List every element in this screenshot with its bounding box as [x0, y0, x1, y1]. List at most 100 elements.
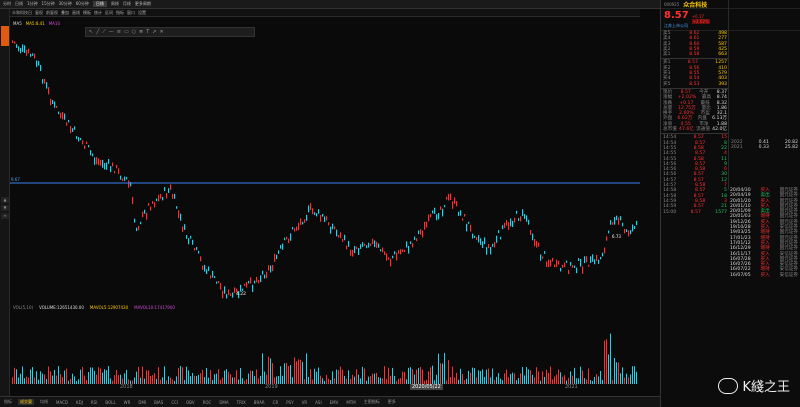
- volume-bar: [614, 357, 615, 384]
- volume-title[interactable]: VOL(5,10): [13, 305, 33, 310]
- candle: [312, 208, 314, 215]
- indicator-tab-0[interactable]: 指标: [2, 399, 14, 405]
- chart-tool-0[interactable]: 众和科技日: [12, 10, 32, 16]
- chart-tool-1[interactable]: 复权: [35, 10, 43, 16]
- candle: [634, 226, 636, 230]
- indicator-tab-6[interactable]: BOLL: [103, 400, 117, 405]
- volume-bar: [318, 367, 319, 384]
- volume-bar: [630, 374, 631, 384]
- period-tab-5[interactable]: 60分钟: [76, 1, 89, 7]
- candle: [630, 230, 632, 235]
- period-tab-4[interactable]: 30分钟: [59, 1, 72, 7]
- candle: [420, 229, 422, 235]
- chart-tool-6[interactable]: 统计: [94, 10, 102, 16]
- indicator-tab-19[interactable]: ASI: [313, 400, 323, 405]
- indicator-tab-7[interactable]: WR: [122, 400, 133, 405]
- chart-tool-3[interactable]: 叠加: [61, 10, 69, 16]
- indicator-tab-23[interactable]: 更多: [386, 399, 398, 405]
- volume-bar: [580, 366, 581, 384]
- volume-bar: [600, 370, 601, 384]
- volume-bar: [164, 366, 165, 384]
- candle: [460, 210, 462, 216]
- indicator-tab-21[interactable]: MTM: [344, 400, 357, 405]
- chart-tool-5[interactable]: 模板: [83, 10, 91, 16]
- active-marker[interactable]: [1, 26, 9, 46]
- low-price-label: 4.22: [236, 292, 247, 297]
- period-tab-9[interactable]: 更多周期: [135, 1, 151, 7]
- candle: [164, 187, 166, 192]
- volume-bar: [124, 373, 125, 384]
- indicator-tab-17[interactable]: PSY: [284, 400, 295, 405]
- period-tab-0[interactable]: 分时: [3, 1, 11, 7]
- candle: [304, 219, 306, 223]
- candle: [162, 196, 164, 201]
- volume-bar: [326, 374, 327, 384]
- candle: [394, 251, 396, 255]
- period-tab-8[interactable]: 月线: [123, 1, 131, 7]
- candle: [188, 238, 190, 245]
- indicator-tab-18[interactable]: VR: [300, 400, 310, 405]
- chart-tool-9[interactable]: 窗口: [127, 10, 135, 16]
- candle: [76, 136, 78, 140]
- candle: [370, 243, 372, 247]
- candle: [180, 213, 182, 221]
- chart-tool-7[interactable]: 区间: [105, 10, 113, 16]
- indicator-tab-12[interactable]: ROC: [201, 400, 214, 405]
- volume-bar: [356, 369, 357, 384]
- indicator-tab-1[interactable]: 成交量: [18, 399, 34, 405]
- indicator-tab-14[interactable]: TRIX: [235, 400, 248, 405]
- indicator-tab-2[interactable]: 均线: [38, 399, 50, 405]
- sidebar-button-3[interactable]: ≡: [1, 213, 9, 219]
- indicator-tab-22[interactable]: 主图指标: [362, 399, 382, 405]
- period-tab-2[interactable]: 1分钟: [27, 1, 38, 7]
- candle: [132, 196, 134, 204]
- volume-bar: [310, 368, 311, 384]
- candle: [72, 128, 74, 132]
- candle: [584, 256, 586, 264]
- indicator-tab-13[interactable]: DMA: [217, 400, 230, 405]
- indicator-tab-16[interactable]: CR: [271, 400, 281, 405]
- period-tab-6[interactable]: 日线: [92, 1, 107, 7]
- volume-bar: [262, 353, 263, 384]
- candle: [554, 264, 556, 268]
- chart-tool-4[interactable]: 画线: [72, 10, 80, 16]
- volume-bar: [40, 371, 41, 384]
- period-tab-1[interactable]: 日线: [15, 1, 23, 7]
- indicator-tab-5[interactable]: RSI: [89, 400, 100, 405]
- volume-bar: [594, 376, 595, 384]
- volume-bar: [616, 362, 617, 384]
- candle: [140, 221, 142, 225]
- period-tab-3[interactable]: 15分钟: [42, 1, 55, 7]
- volume-bar: [490, 377, 491, 384]
- kline-chart[interactable]: [10, 17, 640, 397]
- candle: [28, 48, 30, 54]
- chart-tool-8[interactable]: 指标: [116, 10, 124, 16]
- sidebar-button-2[interactable]: ▼: [1, 205, 9, 211]
- stock-pct: +2.02%: [691, 19, 710, 24]
- volume-bar: [168, 376, 169, 384]
- candle: [534, 238, 536, 247]
- volume-bar: [240, 367, 241, 384]
- volume-bar: [196, 376, 197, 384]
- price-line-label: 9.67: [11, 177, 20, 182]
- date-label-1: 2019: [265, 384, 278, 390]
- indicator-tab-11[interactable]: OBV: [184, 400, 197, 405]
- candle: [496, 235, 498, 243]
- indicator-tab-20[interactable]: EMV: [328, 400, 341, 405]
- volume-bar: [22, 366, 23, 384]
- indicator-tab-3[interactable]: MACD: [54, 400, 70, 405]
- date-axis: 2018 2019 2020/05/22 2021: [10, 384, 640, 390]
- candle: [458, 211, 460, 216]
- indicator-tab-10[interactable]: CCI: [169, 400, 180, 405]
- indicator-tab-15[interactable]: BRAR: [252, 400, 267, 405]
- chart-tool-2[interactable]: 前复权: [46, 10, 58, 16]
- sidebar-button-1[interactable]: ▲: [1, 197, 9, 203]
- volume-bar: [292, 377, 293, 384]
- period-tab-7[interactable]: 周线: [111, 1, 119, 7]
- indicator-tab-4[interactable]: KDJ: [74, 400, 85, 405]
- bottom-indicator-tabs: 指标 成交量 均线 MACD KDJ RSI BOLL WR DMI BIAS CCI OBV ROC D…: [0, 396, 660, 407]
- chart-tool-10[interactable]: 设置: [138, 10, 146, 16]
- volume-bar: [150, 375, 151, 384]
- indicator-tab-9[interactable]: BIAS: [152, 400, 165, 405]
- indicator-tab-8[interactable]: DMI: [136, 400, 148, 405]
